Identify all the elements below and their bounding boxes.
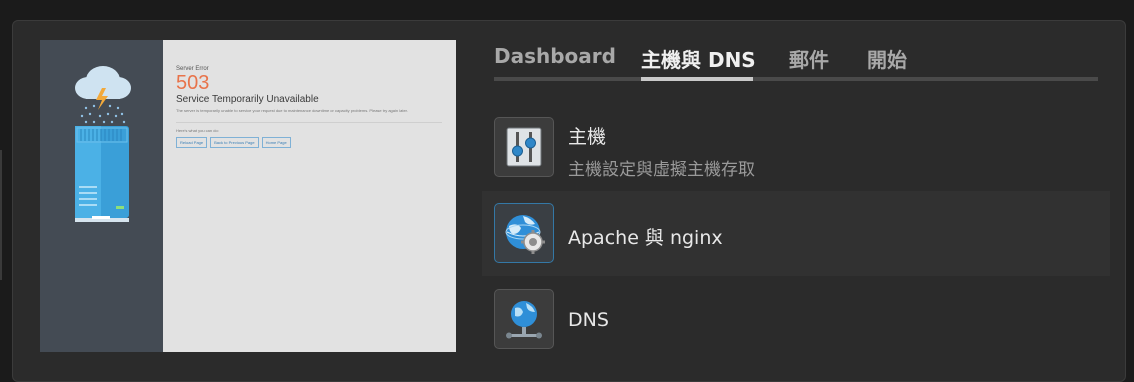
error-buttons: Reload Page Back to Previous Page Home P… [176,137,446,148]
page-preview: Server Error 503 Service Temporarily Una… [40,40,456,352]
error-page-content: Server Error 503 Service Temporarily Una… [176,66,446,148]
tab-dashboard[interactable]: Dashboard [494,44,616,68]
tab-mail[interactable]: 郵件 [789,44,829,73]
back-to-previous-page-button: Back to Previous Page [210,137,259,148]
item-title: DNS [568,309,609,331]
list-item-hosting[interactable]: 主機 主機設定與虛擬主機存取 [482,108,1110,188]
tab-hosting-dns[interactable]: 主機與 DNS [641,44,756,73]
error-description: The server is temporarily unable to serv… [176,108,408,113]
storm-cloud-icon [75,66,131,124]
tab-track [494,77,1098,81]
list-item-apache-nginx[interactable]: Apache 與 nginx [482,191,1110,276]
globe-gear-icon [505,215,545,254]
server-tower-icon [75,126,129,222]
error-code: 503 [176,72,210,94]
error-title: Service Temporarily Unavailable [176,94,319,105]
list-item-dns[interactable]: DNS [482,280,1110,360]
left-edge-strip [0,150,2,280]
reload-page-button: Reload Page [176,137,208,148]
divider [176,122,442,123]
error-label: Server Error [176,66,209,72]
item-icon-box [494,117,554,177]
preview-sidebar [40,40,163,352]
item-icon-box [494,203,554,263]
globe-network-icon [506,301,542,339]
item-icon-box [494,289,554,349]
item-title: Apache 與 nginx [568,227,723,249]
sliders-icon [506,127,542,167]
help-text: Here's what you can do: [176,128,219,133]
item-title: 主機 [568,126,607,148]
active-tab-indicator [641,77,753,81]
item-description: 主機設定與虛擬主機存取 [568,160,755,180]
home-page-button: Home Page [261,137,291,148]
tab-get-started[interactable]: 開始 [867,44,907,73]
